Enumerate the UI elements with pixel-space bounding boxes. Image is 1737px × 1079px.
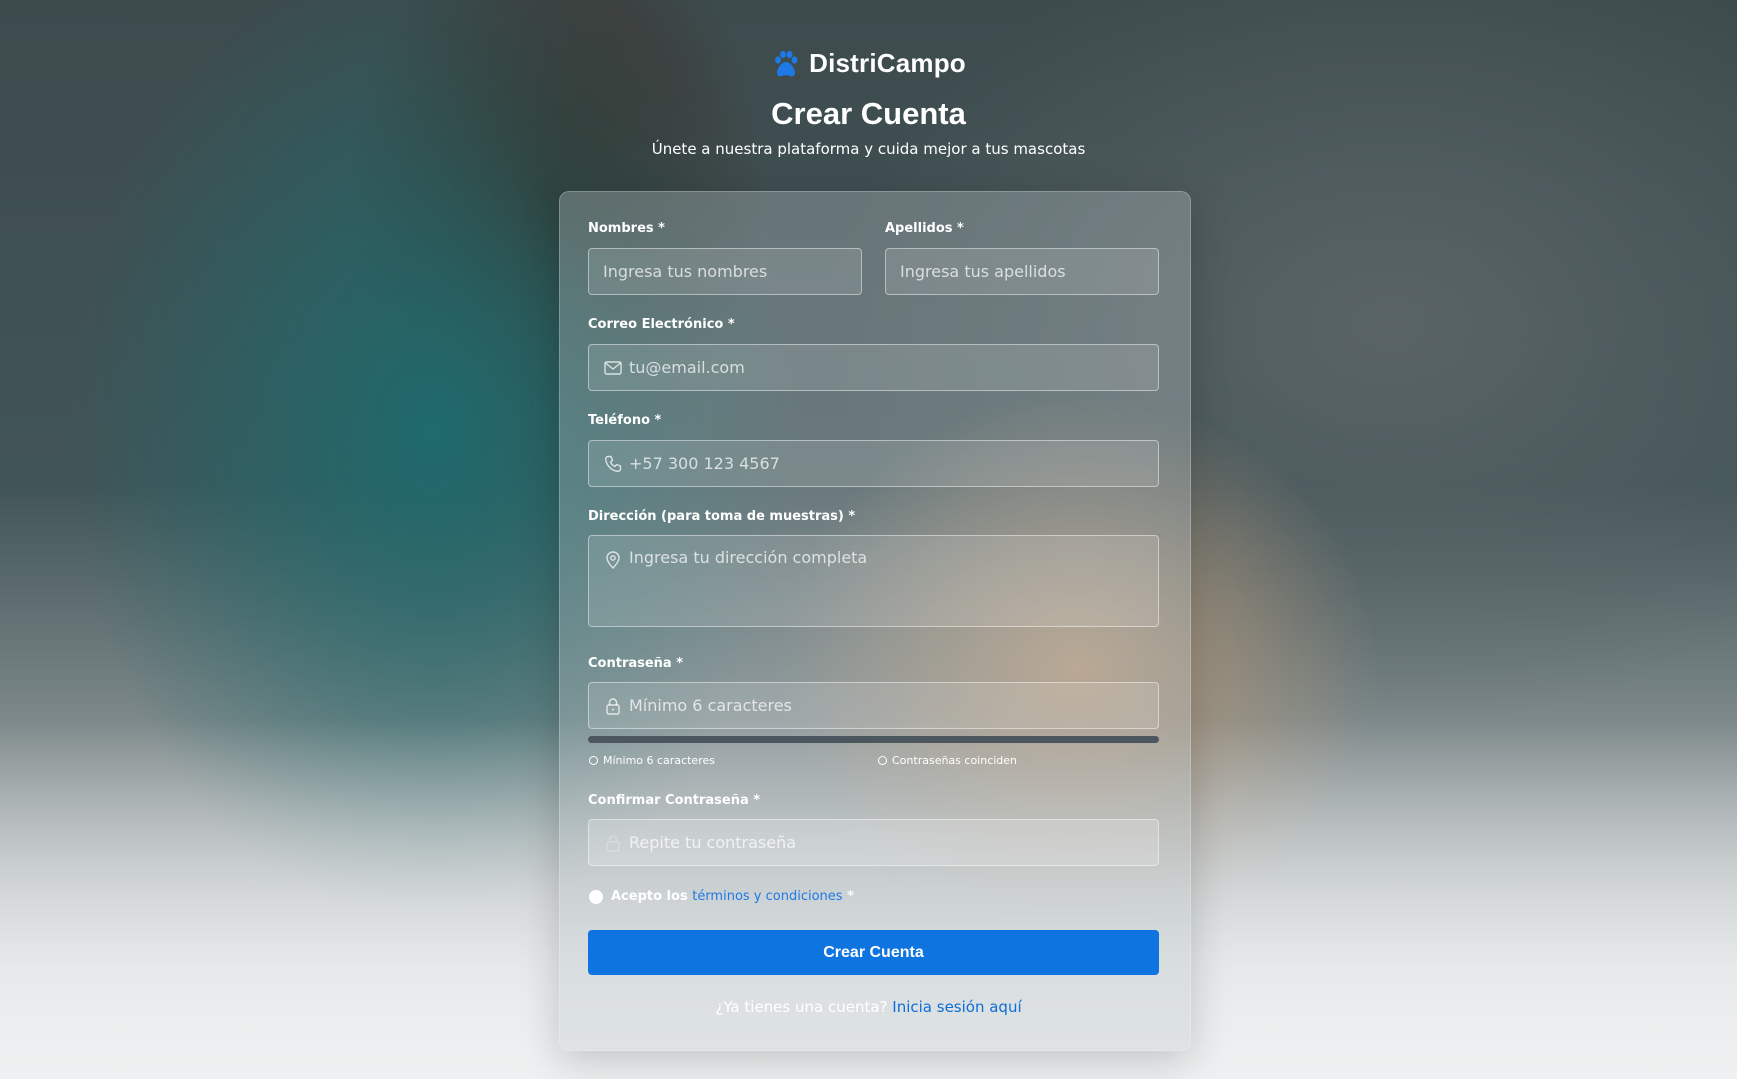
last-name-input[interactable]: Ingresa tus apellidos bbox=[885, 248, 1159, 295]
password-label: Contraseña * bbox=[588, 656, 684, 671]
terms-required-mark: * bbox=[847, 889, 854, 904]
phone-input[interactable]: +57 300 123 4567 bbox=[588, 440, 1159, 487]
page-subtitle: Únete a nuestra plataforma y cuida mejor… bbox=[651, 140, 1086, 158]
login-prompt: ¿Ya tienes una cuenta? Inicia sesión aqu… bbox=[0, 998, 1737, 1016]
terms-checkbox[interactable] bbox=[589, 889, 603, 904]
brand-name: DistriCampo bbox=[809, 48, 966, 78]
confirm-password-placeholder: Repite tu contraseña bbox=[629, 833, 797, 852]
last-name-label: Apellidos * bbox=[885, 221, 964, 236]
lock-icon bbox=[606, 834, 620, 852]
rule-min-length: Mínimo 6 caracteres bbox=[589, 754, 715, 767]
lock-icon bbox=[606, 697, 620, 715]
last-name-placeholder: Ingresa tus apellidos bbox=[900, 262, 1066, 281]
brand-logo: DistriCampo bbox=[0, 48, 1737, 79]
paw-icon bbox=[775, 50, 798, 76]
phone-icon bbox=[604, 455, 622, 472]
password-input[interactable]: Mínimo 6 caracteres bbox=[588, 682, 1159, 729]
address-placeholder: Ingresa tu dirección completa bbox=[629, 548, 868, 567]
mail-icon bbox=[604, 360, 622, 375]
address-label: Dirección (para toma de muestras) * bbox=[588, 509, 856, 524]
phone-label: Teléfono * bbox=[588, 413, 662, 428]
email-input[interactable]: tu@email.com bbox=[588, 344, 1159, 391]
rule-text: Mínimo 6 caracteres bbox=[603, 754, 715, 767]
terms-row: Acepto los términos y condiciones * bbox=[589, 889, 854, 904]
login-link[interactable]: Inicia sesión aquí bbox=[892, 998, 1021, 1016]
rule-passwords-match: Contraseñas coinciden bbox=[878, 754, 1017, 767]
login-prompt-text: ¿Ya tienes una cuenta? bbox=[715, 998, 888, 1016]
first-name-input[interactable]: Ingresa tus nombres bbox=[588, 248, 862, 295]
location-pin-icon bbox=[606, 551, 620, 569]
first-name-placeholder: Ingresa tus nombres bbox=[603, 262, 768, 281]
rule-status-icon bbox=[589, 756, 598, 765]
rule-text: Contraseñas coinciden bbox=[892, 754, 1018, 767]
confirm-password-label: Confirmar Contraseña * bbox=[588, 793, 761, 808]
confirm-password-input[interactable]: Repite tu contraseña bbox=[588, 819, 1159, 866]
password-strength-bar bbox=[588, 736, 1159, 743]
terms-link[interactable]: términos y condiciones bbox=[692, 889, 842, 904]
phone-placeholder: +57 300 123 4567 bbox=[629, 454, 780, 473]
first-name-label: Nombres * bbox=[588, 221, 665, 236]
terms-prefix: Acepto los bbox=[611, 889, 688, 904]
email-placeholder: tu@email.com bbox=[629, 358, 745, 377]
address-textarea[interactable]: Ingresa tu dirección completa bbox=[588, 535, 1159, 627]
page-title: Crear Cuenta bbox=[771, 96, 966, 131]
password-placeholder: Mínimo 6 caracteres bbox=[629, 696, 792, 715]
create-account-button[interactable]: Crear Cuenta bbox=[588, 930, 1159, 975]
email-label: Correo Electrónico * bbox=[588, 317, 735, 332]
rule-status-icon bbox=[878, 756, 887, 765]
